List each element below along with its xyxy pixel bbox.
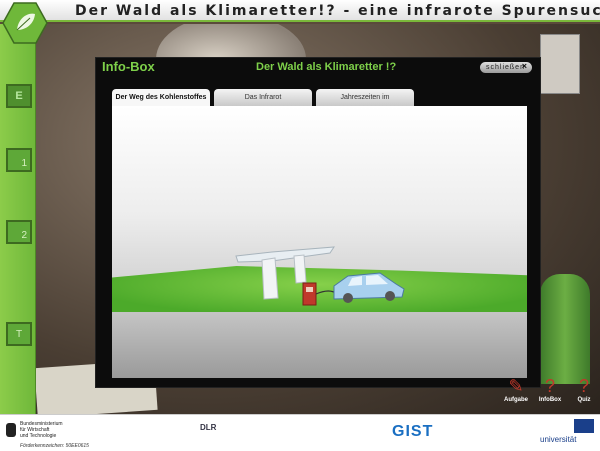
tab-das-infrarot[interactable]: Das Infrarot [214,89,312,106]
sidebar-button-1[interactable]: 1 [6,148,32,172]
tab-jahreszeiten[interactable]: Jahreszeiten im [316,89,414,106]
info-box-title: Der Wald als Klimaretter !? [256,61,397,73]
bmwi-logo: Bundesministerium für Wirtschaft und Tec… [6,421,63,439]
eagle-icon [6,423,16,437]
task-tool-label: Aufgabe [504,397,528,403]
close-button[interactable]: schließen × [480,61,532,73]
foerder-text: Förderkennzeichen: 50EE0615 [20,443,89,449]
info-box-window: Info-Box Der Wald als Klimaretter !? sch… [95,57,541,388]
tab-der-weg-des-kohlenstoffes[interactable]: Der Weg des Kohlenstoffes [112,89,210,106]
sidebar-button-2[interactable]: 2 [6,220,32,244]
app-title: Der Wald als Klimaretter!? - eine infrar… [75,3,600,19]
quiz-tool-label: Quiz [577,397,591,403]
infobox-tool-label: InfoBox [538,397,562,403]
footer: Bundesministerium für Wirtschaft und Tec… [0,414,600,451]
sidebar-button-t[interactable]: T [6,322,32,346]
left-sidebar: E 1 2 T [0,24,36,414]
lightbulb-icon: ? [578,376,589,396]
bmwi-line-3: und Technologie [20,433,57,439]
leaf-logo-icon[interactable] [2,2,48,44]
scene-cactus [540,274,590,384]
close-button-label: schließen [486,64,525,71]
infobox-tool[interactable]: ? InfoBox [534,375,566,413]
university-logo: universität [540,435,577,444]
info-box-label: Info-Box [102,59,155,74]
pencil-icon: ✎ [508,376,524,396]
close-icon: × [521,61,528,71]
university-mark-icon [574,419,594,433]
gas-station-illustration [235,246,405,306]
sidebar-button-e[interactable]: E [6,84,32,108]
info-box-content [112,106,527,378]
info-box-header: Info-Box Der Wald als Klimaretter !? sch… [96,58,540,78]
task-tool[interactable]: ✎ Aufgabe [500,375,532,413]
quiz-tool[interactable]: ? Quiz [568,375,600,413]
gist-logo: GIST [392,423,434,440]
dlr-logo: DLR [200,423,217,432]
scene-card [540,34,580,94]
question-icon: ? [544,376,555,396]
tool-icons: ✎ Aufgabe ? InfoBox ? Quiz [500,375,600,413]
title-bar: Der Wald als Klimaretter!? - eine infrar… [0,0,600,22]
